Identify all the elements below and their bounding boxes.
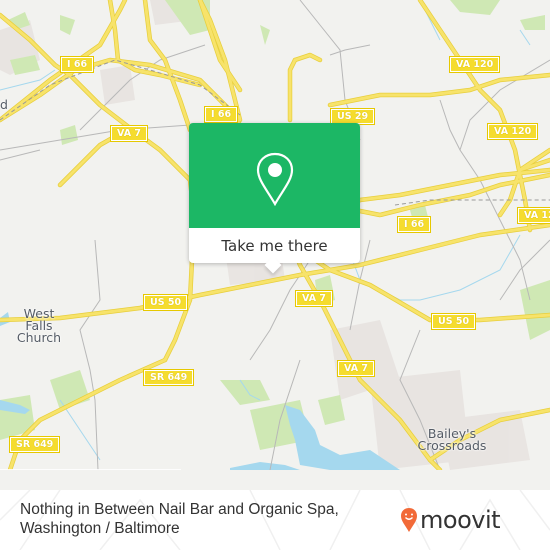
location-region: Washington / Baltimore bbox=[20, 520, 180, 537]
map-pin-icon bbox=[256, 152, 294, 206]
shield-i66-center: I 66 bbox=[203, 106, 239, 123]
place-label-line: Crossroads bbox=[417, 438, 487, 453]
shield-va7-center: VA 7 bbox=[295, 290, 333, 307]
location-popup: Take me there bbox=[189, 123, 360, 274]
shield-sr649-west: SR 649 bbox=[8, 436, 61, 453]
moovit-wordmark: moovit bbox=[420, 506, 501, 534]
shield-i66-west: I 66 bbox=[59, 56, 95, 73]
location-title: Nothing in Between Nail Bar and Organic … bbox=[20, 500, 339, 538]
shield-us50-east: US 50 bbox=[430, 313, 477, 330]
shield-us29: US 29 bbox=[329, 108, 376, 125]
take-me-there-button[interactable]: Take me there bbox=[189, 228, 360, 263]
location-name: Nothing in Between Nail Bar and Organic … bbox=[20, 501, 339, 518]
popup-header bbox=[189, 123, 360, 228]
place-label-line: Church bbox=[16, 330, 62, 345]
shield-us50-west: US 50 bbox=[142, 294, 189, 311]
shield-va7-north: VA 7 bbox=[110, 125, 148, 142]
shield-sr649-center: SR 649 bbox=[142, 369, 195, 386]
map-attribution: © OpenStreetMap contributors bbox=[0, 469, 181, 470]
map-canvas[interactable]: I 66 I 66 I 66 VA 7 VA 7 VA 7 US 29 VA 1… bbox=[0, 0, 550, 470]
shield-va120-center: VA 120 bbox=[486, 123, 539, 140]
place-label-edge: d bbox=[0, 97, 8, 112]
shield-va120-edge: VA 12 bbox=[517, 207, 550, 224]
place-label-baileys-crossroads: Bailey's Crossroads bbox=[412, 427, 492, 453]
shield-va7-south: VA 7 bbox=[337, 360, 375, 377]
moovit-pin-icon bbox=[401, 508, 417, 532]
place-label-west-falls-church: West Falls Church bbox=[14, 307, 64, 345]
shield-va120-north: VA 120 bbox=[448, 56, 501, 73]
shield-i66-east: I 66 bbox=[396, 216, 432, 233]
moovit-logo[interactable]: moovit bbox=[400, 505, 501, 535]
